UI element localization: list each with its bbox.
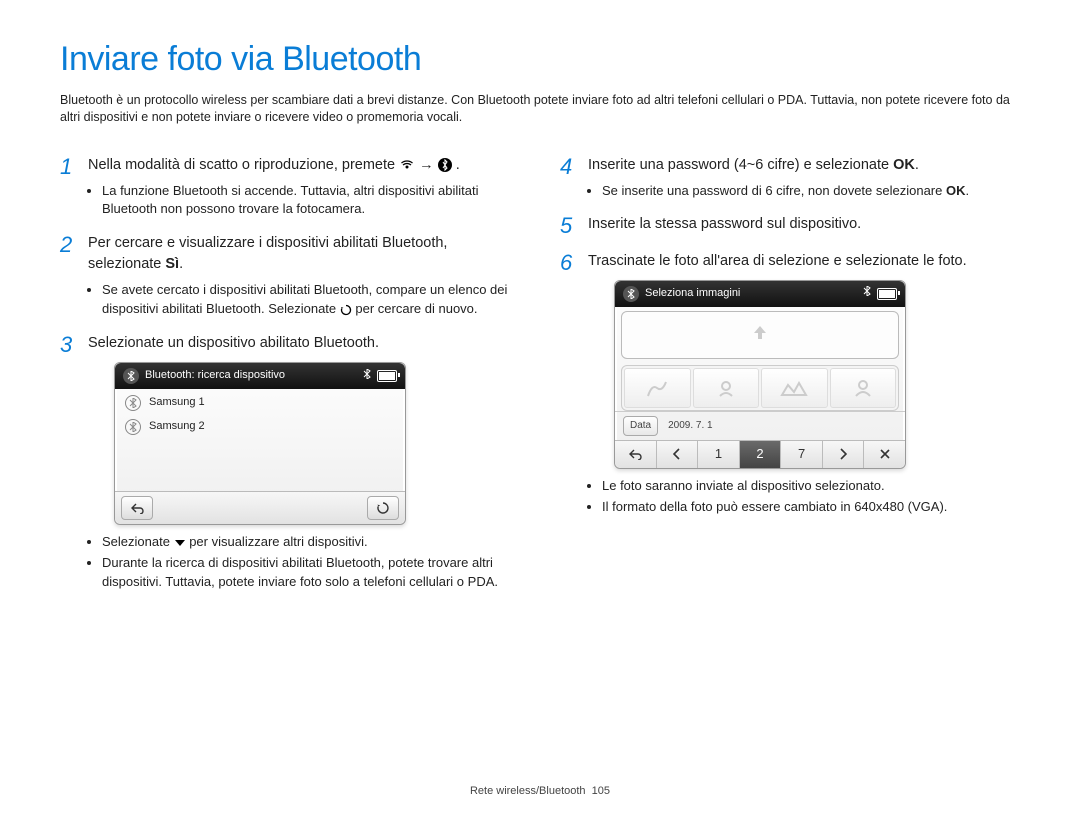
step-number: 3 — [60, 333, 82, 594]
device-name: Samsung 1 — [149, 395, 205, 411]
step-4-text-post: . — [915, 157, 919, 173]
step-3-bullet-pre: Selezionate — [102, 534, 174, 549]
step-3-text: Selezionate un dispositivo abilitato Blu… — [88, 335, 379, 351]
step-number: 1 — [60, 155, 82, 222]
step-1-text-pre: Nella modalità di scatto o riproduzione,… — [88, 157, 399, 173]
step-number: 4 — [560, 155, 582, 203]
step-2-bold: Sì — [165, 256, 179, 272]
step-number: 5 — [560, 214, 582, 238]
step-6-body: Trascinate le foto all'area di selezione… — [588, 251, 1020, 519]
data-button[interactable]: Data — [623, 416, 658, 437]
step-6-bullet-2: Il formato della foto può essere cambiat… — [602, 498, 1020, 517]
footer-section: Rete wireless/Bluetooth — [470, 785, 586, 797]
step-number: 6 — [560, 251, 582, 519]
image-select-mock: Seleziona immagini — [614, 280, 906, 469]
step-2-body: Per cercare e visualizzare i dispositivi… — [88, 233, 520, 321]
pager-prev-button[interactable] — [657, 441, 699, 468]
step-2-text-pre: Per cercare e visualizzare i dispositivi… — [88, 235, 447, 272]
pager-close-button[interactable] — [864, 441, 905, 468]
mock-status-text: Bluetooth: ricerca dispositivo — [145, 368, 357, 384]
device-name: Samsung 2 — [149, 419, 205, 435]
step-4-text-pre: Inserite una password (4~6 cifre) e sele… — [588, 157, 893, 173]
step-6-bullet-1: Le foto saranno inviate al dispositivo s… — [602, 477, 1020, 496]
intro-text: Bluetooth è un protocollo wireless per s… — [60, 92, 1020, 127]
mock-status-text: Seleziona immagini — [645, 286, 857, 302]
step-1-text-post: . — [456, 157, 460, 173]
upload-arrow-icon — [750, 319, 770, 351]
pager-back-button[interactable] — [615, 441, 657, 468]
mock-status-bar: Bluetooth: ricerca dispositivo — [115, 363, 405, 389]
step-6-text: Trascinate le foto all'area di selezione… — [588, 253, 967, 269]
mock-status-bar: Seleziona immagini — [615, 281, 905, 307]
step-2-text-post: . — [179, 256, 183, 272]
step-3-bullet-post: per visualizzare altri dispositivi. — [189, 534, 367, 549]
bluetooth-icon — [438, 158, 452, 172]
pager-next-button[interactable] — [823, 441, 865, 468]
bluetooth-search-mock: Bluetooth: ricerca dispositivo — [114, 362, 406, 525]
chevron-down-icon — [174, 538, 186, 548]
bt-device-icon — [125, 395, 141, 411]
step-number: 2 — [60, 233, 82, 321]
bluetooth-small-icon — [363, 369, 371, 383]
step-5-text: Inserite la stessa password sul disposit… — [588, 216, 861, 232]
list-item[interactable]: Samsung 1 — [115, 391, 405, 415]
step-5-body: Inserite la stessa password sul disposit… — [588, 214, 1020, 238]
step-1-bullet: La funzione Bluetooth si accende. Tuttav… — [102, 182, 520, 220]
drop-zone[interactable] — [621, 311, 899, 359]
date-label: 2009. 7. 1 — [668, 419, 712, 434]
thumbnail[interactable] — [693, 368, 760, 408]
page-title: Inviare foto via Bluetooth — [60, 40, 1020, 79]
battery-icon — [377, 370, 397, 382]
pager-page-active[interactable]: 2 — [740, 441, 782, 468]
right-column: 4 Inserite una password (4~6 cifre) e se… — [560, 155, 1020, 606]
step-2-bullet-post: per cercare di nuovo. — [355, 301, 477, 316]
step-4-bullet-bold: OK — [946, 183, 966, 198]
refresh-icon — [340, 304, 352, 316]
step-4-bullet-pre: Se inserite una password di 6 cifre, non… — [602, 183, 946, 198]
step-4-bullet: Se inserite una password di 6 cifre, non… — [602, 182, 1020, 201]
step-4-bold: OK — [893, 157, 915, 173]
step-3-body: Selezionate un dispositivo abilitato Blu… — [88, 333, 520, 594]
thumbnail[interactable] — [624, 368, 691, 408]
thumbnail[interactable] — [830, 368, 897, 408]
step-1-body: Nella modalità di scatto o riproduzione,… — [88, 155, 520, 222]
date-row: Data 2009. 7. 1 — [615, 411, 905, 441]
step-3-bullet-2: Durante la ricerca di dispositivi abilit… — [102, 554, 520, 592]
footer-page-number: 105 — [592, 785, 610, 797]
list-item[interactable]: Samsung 2 — [115, 415, 405, 439]
step-4-body: Inserite una password (4~6 cifre) e sele… — [588, 155, 1020, 203]
bluetooth-small-icon — [863, 286, 871, 302]
thumbnail[interactable] — [761, 368, 828, 408]
step-3-bullet: Selezionate per visualizzare altri dispo… — [102, 533, 520, 552]
pager-page[interactable]: 1 — [698, 441, 740, 468]
wireless-icon — [399, 157, 415, 173]
bluetooth-status-icon — [623, 286, 639, 302]
refresh-button[interactable] — [367, 496, 399, 520]
arrow-text: → — [419, 157, 434, 173]
back-button[interactable] — [121, 496, 153, 520]
step-2-bullet: Se avete cercato i dispositivi abilitati… — [102, 281, 520, 319]
bluetooth-status-icon — [123, 368, 139, 384]
left-column: 1 Nella modalità di scatto o riproduzion… — [60, 155, 520, 606]
pager-page[interactable]: 7 — [781, 441, 823, 468]
step-4-bullet-post: . — [965, 183, 969, 198]
bt-device-icon — [125, 419, 141, 435]
page-footer: Rete wireless/Bluetooth 105 — [0, 785, 1080, 797]
battery-icon — [877, 288, 897, 300]
